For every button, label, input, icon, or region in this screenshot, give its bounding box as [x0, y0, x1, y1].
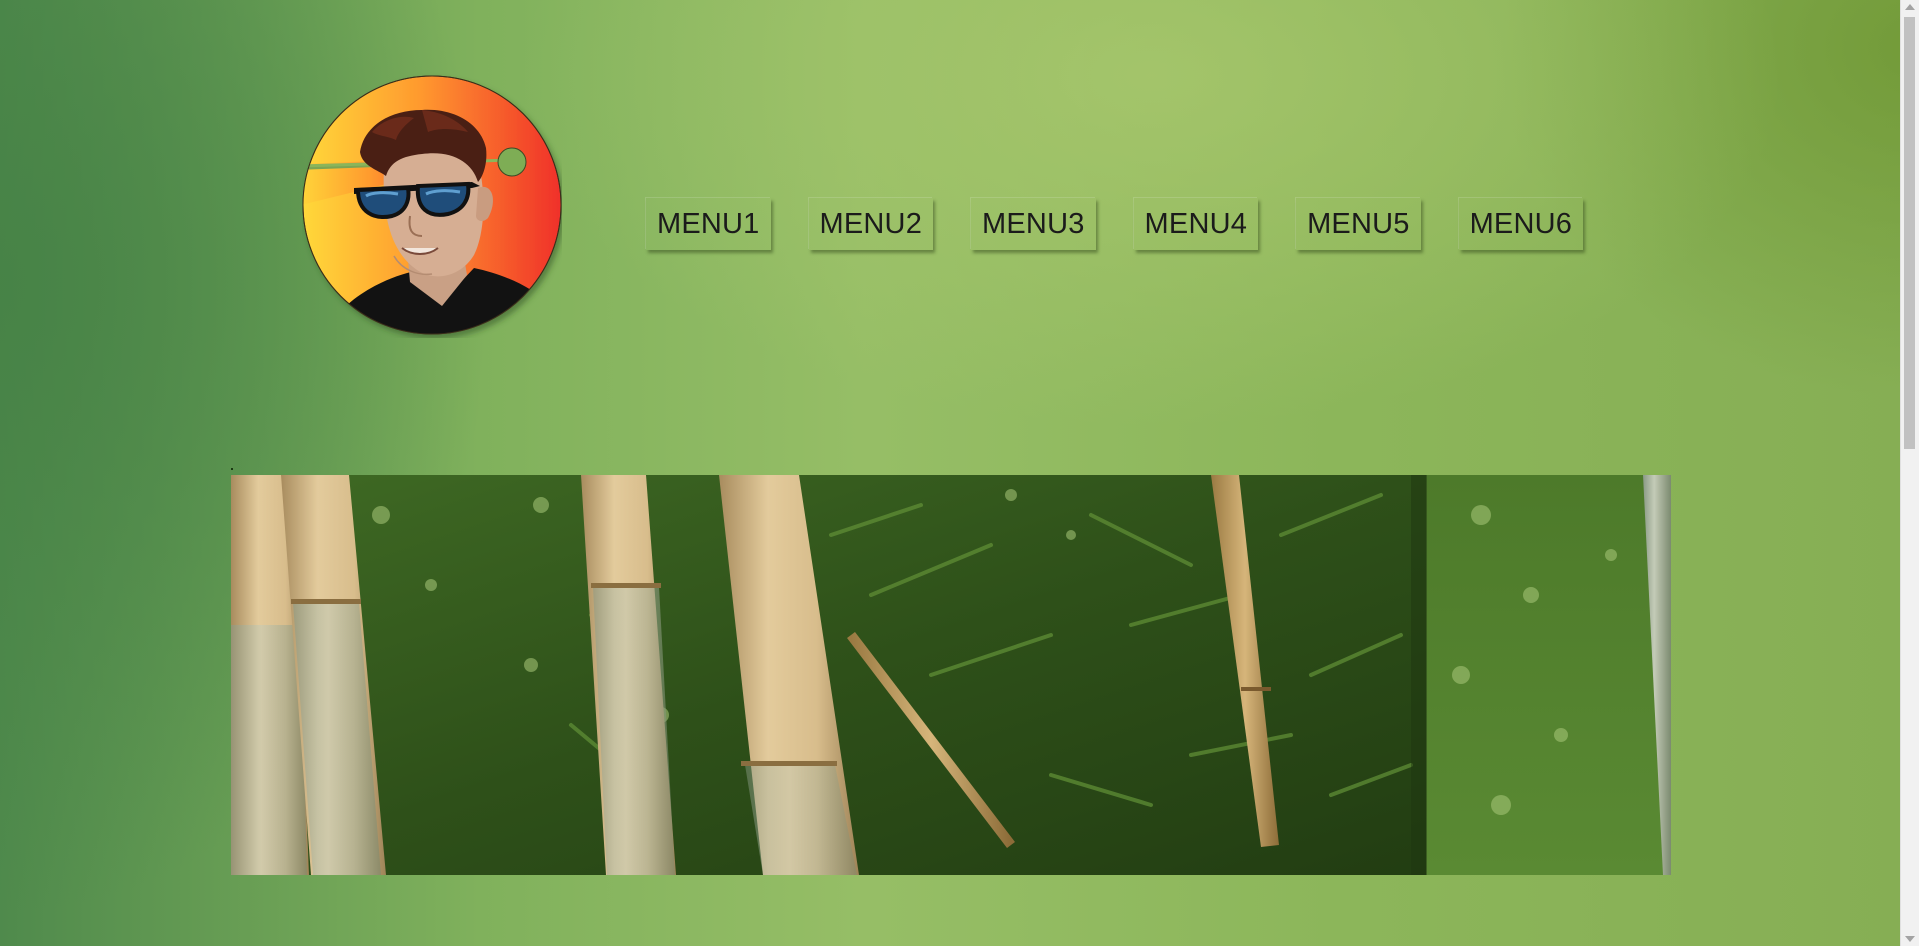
divider-dot — [231, 468, 233, 470]
scroll-down-arrow-icon[interactable] — [1905, 936, 1915, 942]
page: MENU1 MENU2 MENU3 MENU4 MENU5 MENU6 — [0, 0, 1901, 946]
menu1-button[interactable]: MENU1 — [646, 198, 771, 250]
hero-image — [231, 475, 1671, 875]
menu2-button[interactable]: MENU2 — [809, 198, 934, 250]
avatar-logo[interactable] — [302, 70, 562, 338]
bamboo-forest-photo — [231, 475, 1671, 875]
vertical-scrollbar[interactable] — [1900, 0, 1919, 946]
main-nav: MENU1 MENU2 MENU3 MENU4 MENU5 MENU6 — [646, 198, 1583, 250]
scrollbar-thumb[interactable] — [1904, 17, 1915, 449]
menu6-button[interactable]: MENU6 — [1459, 198, 1584, 250]
sunglasses-man-avatar-icon — [302, 75, 562, 335]
scroll-up-arrow-icon[interactable] — [1905, 4, 1915, 10]
menu3-button[interactable]: MENU3 — [971, 198, 1096, 250]
menu4-button[interactable]: MENU4 — [1134, 198, 1259, 250]
menu5-button[interactable]: MENU5 — [1296, 198, 1421, 250]
